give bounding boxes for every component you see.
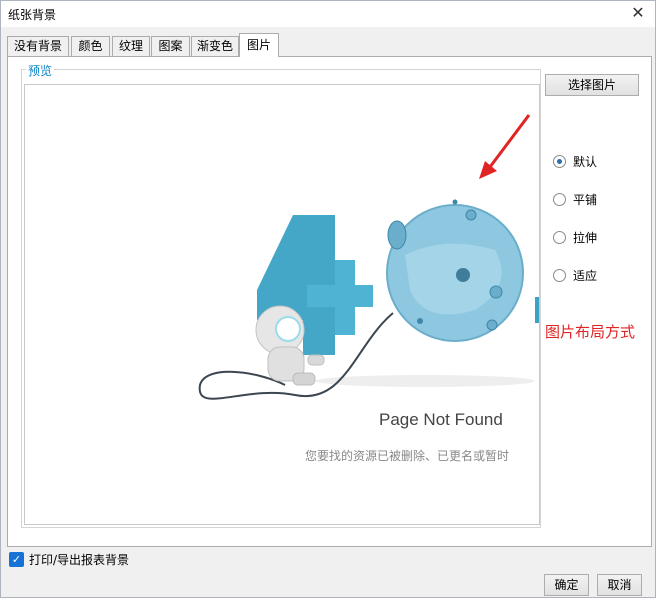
- preview-area: Page Not Found 您要找的资源已被删除、已更名或暂时: [24, 84, 540, 525]
- tab-gradient[interactable]: 渐变色: [191, 36, 239, 56]
- image-tab-panel: 预览 Page Not Found 您要找的资源已被删除、已更名或暂时: [7, 56, 652, 547]
- close-icon[interactable]: ✕: [627, 3, 649, 23]
- preview-group: 预览 Page Not Found 您要找的资源已被删除、已更名或暂时: [21, 62, 541, 528]
- planet: [386, 199, 524, 342]
- print-export-background-label: 打印/导出报表背景: [29, 553, 130, 567]
- dialog-window: 纸张背景 ✕ 没有背景 颜色 纹理 图案 渐变色 图片 预览 Page Not …: [0, 0, 656, 598]
- preview-legend: 预览: [26, 62, 55, 79]
- page-not-found-title: Page Not Found: [379, 410, 503, 429]
- title-bar: 纸张背景 ✕: [1, 1, 655, 27]
- radio-fit-label: 适应: [573, 269, 598, 283]
- select-image-button[interactable]: 选择图片: [545, 74, 639, 96]
- cancel-button[interactable]: 取消: [597, 574, 642, 596]
- radio-fit-indicator[interactable]: [553, 269, 566, 282]
- window-title: 纸张背景: [8, 8, 57, 22]
- radio-tile-label: 平铺: [573, 193, 598, 207]
- radio-stretch-indicator[interactable]: [553, 231, 566, 244]
- tab-texture[interactable]: 纹理: [112, 36, 150, 56]
- tab-no-background[interactable]: 没有背景: [7, 36, 69, 56]
- layout-annotation: 图片布局方式: [545, 323, 636, 341]
- page-not-found-subtitle: 您要找的资源已被删除、已更名或暂时: [305, 449, 510, 463]
- radio-default-label: 默认: [573, 155, 598, 169]
- checkmark-icon[interactable]: ✓: [9, 552, 24, 567]
- radio-tile-indicator[interactable]: [553, 193, 566, 206]
- tab-image[interactable]: 图片: [239, 33, 279, 57]
- tab-color[interactable]: 颜色: [71, 36, 110, 56]
- ground-shadow: [315, 375, 535, 387]
- digit-edge-accent: [535, 297, 539, 323]
- tab-pattern[interactable]: 图案: [151, 36, 190, 56]
- radio-stretch-label: 拉伸: [573, 231, 598, 245]
- radio-default-indicator[interactable]: [553, 155, 566, 168]
- annotation-arrow-icon: [479, 114, 531, 179]
- ok-button[interactable]: 确定: [544, 574, 589, 596]
